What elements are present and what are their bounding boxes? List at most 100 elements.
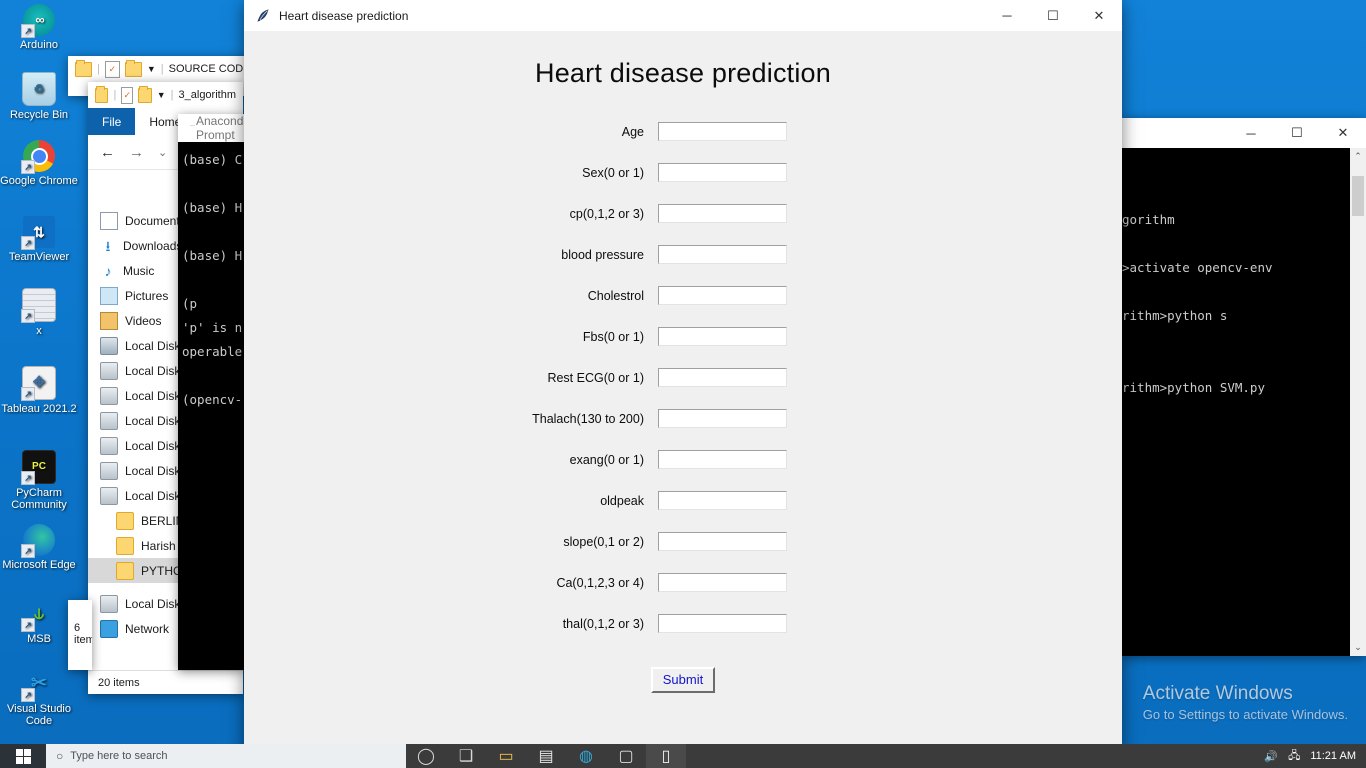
- heart-disease-prediction-window[interactable]: Heart disease prediction ─ ☐ ✕ Heart dis…: [244, 0, 1122, 752]
- minimize-button[interactable]: ─: [1228, 118, 1274, 149]
- form-row-thal: thal(0,1,2 or 3): [244, 603, 1122, 644]
- properties-icon[interactable]: ✓: [121, 86, 134, 104]
- chevron-up-icon[interactable]: ⌃: [1354, 148, 1362, 162]
- label-fbs: Fbs(0 or 1): [582, 329, 644, 344]
- system-tray[interactable]: 🔊 🖧 11:21 AM: [1264, 744, 1366, 768]
- explorer-window-partial[interactable]: 6 items: [68, 600, 92, 670]
- form-row-cholestrol: Cholestrol: [244, 275, 1122, 316]
- form-row-thalach: Thalach(130 to 200): [244, 398, 1122, 439]
- label-cholestrol: Cholestrol: [587, 288, 644, 303]
- label-exang: exang(0 or 1): [569, 452, 644, 467]
- tab-file[interactable]: File: [88, 108, 136, 135]
- watermark-title: Activate Windows: [1142, 683, 1293, 704]
- start-button[interactable]: [0, 744, 46, 768]
- input-rest-ecg[interactable]: [658, 368, 787, 387]
- scrollbar-thumb[interactable]: [1352, 176, 1364, 216]
- teamviewer-icon: ⇅ ↗: [21, 216, 55, 250]
- close-button[interactable]: ✕: [1076, 0, 1122, 31]
- input-blood-pressure[interactable]: [658, 245, 787, 264]
- shortcut-arrow-icon: ↗: [21, 236, 35, 250]
- input-age[interactable]: [658, 122, 787, 141]
- label-slope: slope(0,1 or 2): [563, 534, 644, 549]
- input-exang[interactable]: [658, 450, 787, 469]
- window-controls[interactable]: ─ ☐ ✕: [1228, 118, 1366, 149]
- new-folder-icon[interactable]: [124, 59, 142, 77]
- arrow-left-icon[interactable]: ←: [100, 144, 115, 161]
- cortana-icon[interactable]: ◯: [406, 744, 446, 768]
- input-thalach[interactable]: [658, 409, 787, 428]
- label-ca: Ca(0,1,2,3 or 4): [556, 575, 644, 590]
- shortcut-arrow-icon: ↗: [21, 24, 35, 38]
- chevron-down-icon[interactable]: ▼: [147, 64, 156, 74]
- sidebar-item-label: Downloads: [123, 238, 183, 253]
- page-title: Heart disease prediction: [535, 58, 831, 88]
- input-thal[interactable]: [658, 614, 787, 633]
- shortcut-arrow-icon: ↗: [21, 471, 35, 485]
- window-controls[interactable]: ─ ☐ ✕: [984, 0, 1122, 31]
- label-thal: thal(0,1,2 or 3): [562, 616, 644, 631]
- microsoft-store-icon[interactable]: ▤: [526, 744, 566, 768]
- desktop-icon-arduino[interactable]: ∞ ↗ Arduino: [0, 4, 78, 51]
- edge-icon[interactable]: ◍: [566, 744, 606, 768]
- desktop-icon-tableau[interactable]: ✥ ↗ Tableau 2021.2: [0, 366, 78, 415]
- input-oldpeak[interactable]: [658, 491, 787, 510]
- activate-windows-watermark: Activate Windows Go to Settings to activ…: [1143, 683, 1348, 722]
- properties-icon[interactable]: ✓: [104, 60, 120, 78]
- item-count-label: 6 items: [74, 622, 92, 646]
- form-row-exang: exang(0 or 1): [244, 439, 1122, 480]
- chevron-down-icon[interactable]: ▼: [157, 90, 166, 100]
- search-input[interactable]: ○ Type here to search: [46, 744, 406, 768]
- desktop-icon-pycharm[interactable]: PC ↗ PyCharm Community: [0, 450, 78, 511]
- arrow-right-icon[interactable]: →: [129, 144, 144, 161]
- volume-icon[interactable]: 🔊: [1264, 750, 1278, 763]
- file-explorer-icon[interactable]: ▭: [486, 744, 526, 768]
- form-row-ca: Ca(0,1,2,3 or 4): [244, 562, 1122, 603]
- folder-icon[interactable]: [75, 59, 92, 77]
- input-slope[interactable]: [658, 532, 787, 551]
- app-titlebar[interactable]: Heart disease prediction ─ ☐ ✕: [244, 0, 1122, 32]
- sidebar-item-label: Local Disk: [125, 338, 181, 353]
- console-icon[interactable]: ▢: [606, 744, 646, 768]
- clock[interactable]: 11:21 AM: [1310, 750, 1356, 762]
- desktop-icon-google-chrome[interactable]: ↗ Google Chrome: [0, 140, 78, 187]
- input-cholestrol[interactable]: [658, 286, 787, 305]
- label-age: Age: [621, 124, 644, 139]
- desktop-icon-msb[interactable]: ⫝ ↗ MSB: [0, 598, 78, 645]
- submit-button[interactable]: Submit: [650, 667, 716, 693]
- chevron-down-icon[interactable]: ⌄: [158, 146, 167, 159]
- shortcut-arrow-icon: ↗: [21, 309, 35, 323]
- desktop-icon-recycle-bin[interactable]: ♻ Recycle Bin: [0, 72, 78, 121]
- separator: |: [170, 89, 174, 101]
- folder-icon[interactable]: [95, 85, 109, 103]
- label-oldpeak: oldpeak: [600, 493, 644, 508]
- maximize-button[interactable]: ☐: [1030, 0, 1076, 31]
- desktop-icon-visual-studio-code[interactable]: ✂ ↗ Visual Studio Code: [0, 668, 78, 727]
- new-folder-icon[interactable]: [138, 85, 152, 103]
- close-button[interactable]: ✕: [1320, 118, 1366, 149]
- console-scrollbar[interactable]: ⌃ ⌄: [1350, 148, 1366, 656]
- input-sex[interactable]: [658, 163, 787, 182]
- maximize-button[interactable]: ☐: [1274, 118, 1320, 149]
- desktop-icon-x[interactable]: ↗ x: [0, 288, 78, 337]
- sidebar-item-label: Local Disk: [125, 413, 181, 428]
- console-window-right[interactable]: ─ ☐ ✕ gorithm >activate opencv-env rithm…: [1122, 118, 1366, 656]
- input-ca[interactable]: [658, 573, 787, 592]
- quick-access-toolbar[interactable]: | ✓ ▼ | 3_algorithm: [88, 82, 243, 108]
- input-fbs[interactable]: [658, 327, 787, 346]
- minimize-button[interactable]: ─: [984, 0, 1030, 31]
- desktop-icon-teamviewer[interactable]: ⇅ ↗ TeamViewer: [0, 216, 78, 263]
- input-cp[interactable]: [658, 204, 787, 223]
- taskbar[interactable]: ○ Type here to search ◯ ❑ ▭ ▤ ◍ ▢ ▯ 🔊 🖧 …: [0, 744, 1366, 768]
- desktop-icon-microsoft-edge[interactable]: ↗ Microsoft Edge: [0, 524, 78, 571]
- console-titlebar[interactable]: Anaconda Prompt: [178, 114, 244, 143]
- msb-icon: ⫝ ↗: [21, 598, 55, 632]
- network-icon[interactable]: 🖧: [1288, 747, 1300, 766]
- task-view-icon[interactable]: ❑: [446, 744, 486, 768]
- console-window-anaconda[interactable]: Anaconda Prompt (base) C (base) H (base)…: [178, 114, 244, 670]
- chevron-down-icon[interactable]: ⌄: [1354, 642, 1362, 656]
- drive-icon: [100, 411, 118, 430]
- console-titlebar[interactable]: ─ ☐ ✕: [1122, 118, 1366, 149]
- app-title-label: Heart disease prediction: [279, 8, 409, 23]
- sidebar-item-label: Pictures: [125, 288, 169, 303]
- document-icon[interactable]: ▯: [646, 744, 686, 768]
